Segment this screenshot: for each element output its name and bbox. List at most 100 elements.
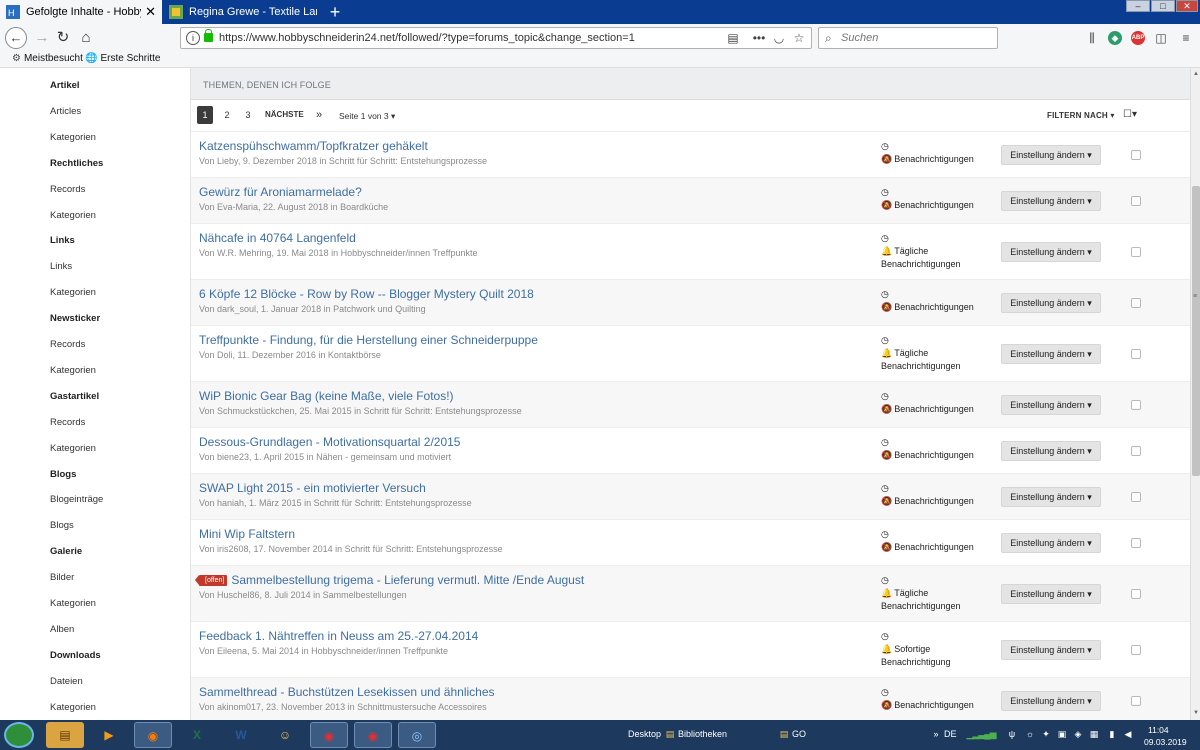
topic-title[interactable]: Katzenspühschwamm/Topfkratzer gehäkelt [199,139,428,153]
maximize-button[interactable]: □ [1151,0,1175,12]
sidebar-link[interactable]: Kategorien [50,443,96,454]
change-setting-button[interactable]: Einstellung ändern ▾ [1001,145,1101,165]
toolbar-expand-icon[interactable]: » [930,728,942,740]
tab-regina-grewe[interactable]: Regina Grewe - Textile Landschaften [163,0,323,24]
app-red-2-taskbar-icon[interactable]: ◉ [354,722,392,748]
row-checkbox[interactable] [1131,538,1141,548]
last-page-button[interactable]: » [311,106,327,124]
library-icon[interactable]: ⫼ [1084,30,1100,46]
topic-title-text[interactable]: Treffpunkte - Findung, für die Herstellu… [199,333,538,347]
sidebar-link[interactable]: Kategorien [50,210,96,221]
sidebar-link[interactable]: Kategorien [50,287,96,298]
topic-title-text[interactable]: Nähcafe in 40764 Langenfeld [199,231,356,245]
row-checkbox[interactable] [1131,645,1141,655]
reader-view-icon[interactable]: ▤ [725,31,741,45]
topic-title-text[interactable]: 6 Köpfe 12 Blöcke - Row by Row -- Blogge… [199,287,534,301]
topic-title-text[interactable]: Sammelthread - Buchstützen Lesekissen un… [199,685,495,699]
bookmark-star-icon[interactable]: ☆ [791,31,807,45]
volume-icon[interactable]: ◀ [1122,728,1134,740]
firefox-taskbar-icon[interactable]: ◉ [134,722,172,748]
row-checkbox[interactable] [1131,298,1141,308]
pocket-icon[interactable]: ◡ [771,31,787,45]
topic-title-text[interactable]: Dessous-Grundlagen - Motivationsquartal … [199,435,460,449]
explorer-taskbar-icon[interactable]: ▤ [46,722,84,748]
lock-icon[interactable] [204,29,213,42]
addon-icon[interactable]: ◆ [1108,31,1122,45]
search-input[interactable] [841,30,991,46]
sidebar-link[interactable]: Dateien [50,676,83,687]
row-checkbox[interactable] [1131,247,1141,257]
topic-title[interactable]: Nähcafe in 40764 Langenfeld [199,231,356,245]
media-player-taskbar-icon[interactable]: ▶ [90,722,128,748]
page-2-button[interactable]: 2 [219,106,235,124]
row-checkbox[interactable] [1131,446,1141,456]
select-all-dropdown[interactable]: ☐▾ [1123,109,1137,120]
sidebar-link[interactable]: Links [50,261,72,272]
topic-title-text[interactable]: WiP Bionic Gear Bag (keine Maße, viele F… [199,389,454,403]
search-bar[interactable]: ⌕ [818,27,998,49]
topic-title[interactable]: Sammelthread - Buchstützen Lesekissen un… [199,685,495,699]
change-setting-button[interactable]: Einstellung ändern ▾ [1001,640,1101,660]
tray-app-icon[interactable]: ✦ [1040,728,1052,740]
sidebar-link[interactable]: Bilder [50,572,74,583]
word-taskbar-icon[interactable]: W [222,722,260,748]
topic-title-text[interactable]: Sammelbestellung trigema - Lieferung ver… [231,573,584,587]
scroll-up-icon[interactable]: ▲ [1192,70,1200,78]
folder-taskbar-icon[interactable]: ☺ [266,722,304,748]
go-toolbar-label[interactable]: GO [792,729,806,739]
adblock-icon[interactable]: ABP [1131,31,1145,45]
language-indicator[interactable]: DE [944,729,957,739]
row-checkbox[interactable] [1131,196,1141,206]
tab-gefolgte-inhalte[interactable]: H Gefolgte Inhalte - Hobbyschneiderin24 … [0,0,162,24]
row-checkbox[interactable] [1131,696,1141,706]
sidebar-link[interactable]: Alben [50,624,74,635]
filter-dropdown[interactable]: FILTERN NACH ▾ [1047,111,1115,120]
bookmark-meistbesucht[interactable]: ⚙ Meistbesucht [12,53,83,64]
sidebar-link[interactable]: Blogeinträge [50,494,103,505]
change-setting-button[interactable]: Einstellung ändern ▾ [1001,293,1101,313]
page-actions-icon[interactable]: ••• [751,31,767,45]
tray-app-icon[interactable]: ◈ [1072,728,1084,740]
topic-title[interactable]: Gewürz für Aroniamarmelade? [199,185,362,199]
vertical-scrollbar[interactable]: ▲ ≡ ▼ [1190,68,1200,720]
sidebar-link[interactable]: Kategorien [50,702,96,713]
url-text[interactable]: https://www.hobbyschneiderin24.net/follo… [219,32,635,44]
topic-title-text[interactable]: SWAP Light 2015 - ein motivierter Versuc… [199,481,426,495]
page-status-dropdown[interactable]: Seite 1 von 3 ▾ [339,111,395,122]
tray-app-icon[interactable]: ▣ [1056,728,1068,740]
row-checkbox[interactable] [1131,349,1141,359]
change-setting-button[interactable]: Einstellung ändern ▾ [1001,533,1101,553]
row-checkbox[interactable] [1131,492,1141,502]
app-red-1-taskbar-icon[interactable]: ◉ [310,722,348,748]
sidebar-link[interactable]: Articles [50,106,81,117]
signal-bars-icon[interactable]: ▮ [1106,728,1118,740]
change-setting-button[interactable]: Einstellung ändern ▾ [1001,441,1101,461]
clock-date[interactable]: 09.03.2019 [1144,737,1187,747]
clock-time[interactable]: 11:04 [1148,725,1169,735]
topic-title-text[interactable]: Mini Wip Faltstern [199,527,295,541]
home-button[interactable]: ⌂ [76,28,96,48]
scroll-thumb[interactable] [1192,186,1200,476]
sidebar-link[interactable]: Kategorien [50,132,96,143]
tray-app-icon[interactable]: ☼ [1024,728,1036,740]
change-setting-button[interactable]: Einstellung ändern ▾ [1001,395,1101,415]
app-blue-taskbar-icon[interactable]: ◎ [398,722,436,748]
sidebar-toggle-icon[interactable]: ◫ [1153,30,1169,46]
reload-button[interactable]: ↻ [53,28,73,48]
signal-strength-icon[interactable]: ▁▂▃▄▅ [966,728,996,740]
row-checkbox[interactable] [1131,589,1141,599]
url-bar[interactable]: i https://www.hobbyschneiderin24.net/fol… [180,27,812,49]
page-3-button[interactable]: 3 [240,106,256,124]
scroll-down-icon[interactable]: ▼ [1192,709,1200,717]
topic-title[interactable]: SWAP Light 2015 - ein motivierter Versuc… [199,481,426,495]
row-checkbox[interactable] [1131,150,1141,160]
bookmark-erste-schritte[interactable]: 🌐 Erste Schritte [85,53,160,64]
topic-title[interactable]: WiP Bionic Gear Bag (keine Maße, viele F… [199,389,454,403]
sidebar-link[interactable]: Kategorien [50,598,96,609]
network-icon[interactable]: ▦ [1088,728,1100,740]
excel-taskbar-icon[interactable]: X [178,722,216,748]
desktop-toolbar-label[interactable]: Desktop [628,729,661,739]
topic-title[interactable]: 6 Köpfe 12 Blöcke - Row by Row -- Blogge… [199,287,534,301]
change-setting-button[interactable]: Einstellung ändern ▾ [1001,242,1101,262]
change-setting-button[interactable]: Einstellung ändern ▾ [1001,487,1101,507]
